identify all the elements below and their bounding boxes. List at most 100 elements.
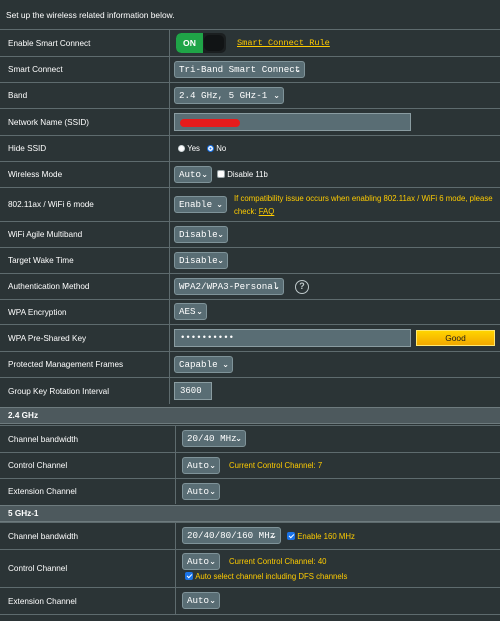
hide-ssid-no-option[interactable]: No <box>207 144 226 153</box>
band-value: 2.4 GHz, 5 GHz-1 <box>179 89 268 101</box>
chevron-down-icon: ⌄ <box>216 199 223 209</box>
chevron-down-icon: ⌄ <box>222 359 229 369</box>
row-5-bandwidth: Channel bandwidth 20/40/80/160 MHz ⌄ Enab… <box>0 522 500 549</box>
checkbox-checked-icon[interactable] <box>287 532 295 540</box>
auth-select[interactable]: WPA2/WPA3-Personal ⌄ <box>174 277 284 295</box>
bandwidth-24-select[interactable]: 20/40 MHz ⌄ <box>182 430 246 447</box>
band-label: Band <box>0 83 170 108</box>
bandwidth-5-select[interactable]: 20/40/80/160 MHz ⌄ <box>182 527 281 544</box>
chevron-down-icon: ⌄ <box>201 169 208 179</box>
enc-select[interactable]: AES ⌄ <box>174 303 207 320</box>
chevron-down-icon: ⌄ <box>270 531 277 540</box>
row-psk: WPA Pre-Shared Key •••••••••• Good <box>0 324 500 351</box>
wifi6-label: 802.11ax / WiFi 6 mode <box>0 188 170 221</box>
row-5-extension: Extension Channel Auto ⌄ <box>0 587 500 614</box>
chevron-down-icon: ⌄ <box>217 229 224 239</box>
smart-connect-select[interactable]: Tri-Band Smart Connect ⌄ <box>174 60 305 78</box>
ssid-label: Network Name (SSID) <box>0 109 170 135</box>
wifi6-note: If compatibility issue occurs when enabl… <box>234 194 493 216</box>
chevron-down-icon: ⌄ <box>209 596 216 605</box>
agile-label: WiFi Agile Multiband <box>0 222 170 247</box>
row-agile: WiFi Agile Multiband Disable ⌄ <box>0 221 500 247</box>
checkbox-checked-icon[interactable] <box>185 572 193 580</box>
row-pmf: Protected Management Frames Capable ⌄ <box>0 351 500 377</box>
pmf-select[interactable]: Capable ⌄ <box>174 355 233 373</box>
pmf-label: Protected Management Frames <box>0 352 170 377</box>
row-auth: Authentication Method WPA2/WPA3-Personal… <box>0 273 500 299</box>
row-gkri: Group Key Rotation Interval 3600 <box>0 377 500 404</box>
help-icon[interactable]: ? <box>295 280 309 294</box>
wifi6-select[interactable]: Enable ⌄ <box>174 195 227 213</box>
row-5-control: Control Channel Auto ⌄ Current Control Ch… <box>0 549 500 587</box>
twt-label: Target Wake Time <box>0 248 170 273</box>
extension-24-select[interactable]: Auto ⌄ <box>182 482 220 500</box>
dfs-option[interactable]: Auto select channel including DFS channe… <box>185 572 347 581</box>
chevron-down-icon: ⌄ <box>294 64 301 74</box>
row-hide-ssid: Hide SSID Yes No <box>0 135 500 161</box>
control-5-select[interactable]: Auto ⌄ <box>182 553 220 570</box>
wireless-mode-label: Wireless Mode <box>0 162 170 187</box>
chevron-down-icon: ⌄ <box>209 557 216 566</box>
extension-5-select[interactable]: Auto ⌄ <box>182 592 220 609</box>
wireless-mode-select[interactable]: Auto ⌄ <box>174 165 212 183</box>
row-enable-smart-connect: Enable Smart Connect ON Smart Connect Ru… <box>0 29 500 56</box>
bandwidth-24-label: Channel bandwidth <box>0 426 176 452</box>
chevron-down-icon: ⌄ <box>217 255 224 265</box>
row-24-control: Control Channel Auto ⌄ Current Control Ch… <box>0 452 500 478</box>
row-ssid: Network Name (SSID) <box>0 108 500 135</box>
bandwidth-5-label: Channel bandwidth <box>0 523 176 549</box>
chevron-down-icon: ⌄ <box>209 460 216 470</box>
enc-label: WPA Encryption <box>0 300 170 324</box>
current-control-24: Current Control Channel: 7 <box>229 461 323 470</box>
smart-connect-value: Tri-Band Smart Connect <box>179 63 301 75</box>
enable-smart-connect-label: Enable Smart Connect <box>0 30 170 56</box>
smart-connect-rule-link[interactable]: Smart Connect Rule <box>237 38 330 48</box>
toggle-knob <box>204 35 224 51</box>
password-strength-indicator: Good <box>416 330 495 346</box>
row-wifi6: 802.11ax / WiFi 6 mode Enable ⌄ If compat… <box>0 187 500 221</box>
row-24-bandwidth: Channel bandwidth 20/40 MHz ⌄ <box>0 425 500 452</box>
gkri-input[interactable]: 3600 <box>174 382 212 400</box>
hide-ssid-yes-option[interactable]: Yes <box>178 144 200 153</box>
agile-select[interactable]: Disable ⌄ <box>174 225 228 243</box>
radio-yes-icon[interactable] <box>178 145 185 152</box>
row-twt: Target Wake Time Disable ⌄ <box>0 247 500 273</box>
toggle-on-label: ON <box>176 33 203 53</box>
psk-input[interactable]: •••••••••• <box>174 329 411 347</box>
section-2-4ghz: 2.4 GHz <box>0 407 500 424</box>
chevron-down-icon: ⌄ <box>235 434 242 443</box>
row-enc: WPA Encryption AES ⌄ <box>0 299 500 324</box>
chevron-down-icon: ⌄ <box>209 486 216 496</box>
chevron-down-icon: ⌄ <box>196 307 203 316</box>
current-control-5: Current Control Channel: 40 <box>229 557 327 566</box>
band-select[interactable]: 2.4 GHz, 5 GHz-1 ⌄ <box>174 86 284 104</box>
disable-11b-option[interactable]: Disable 11b <box>217 170 268 179</box>
psk-label: WPA Pre-Shared Key <box>0 325 170 351</box>
radio-no-icon[interactable] <box>207 145 214 152</box>
enable-160-option[interactable]: Enable 160 MHz <box>287 532 355 541</box>
chevron-down-icon: ⌄ <box>273 281 280 291</box>
section-5ghz-1: 5 GHz-1 <box>0 505 500 522</box>
row-band: Band 2.4 GHz, 5 GHz-1 ⌄ <box>0 82 500 108</box>
row-wireless-mode: Wireless Mode Auto ⌄ Disable 11b <box>0 161 500 187</box>
extension-5-label: Extension Channel <box>0 588 176 614</box>
gkri-label: Group Key Rotation Interval <box>0 378 170 404</box>
row-24-extension: Extension Channel Auto ⌄ <box>0 478 500 504</box>
bottom-divider <box>0 614 500 615</box>
control-24-select[interactable]: Auto ⌄ <box>182 456 220 474</box>
smart-connect-toggle[interactable]: ON <box>176 33 226 53</box>
faq-link[interactable]: FAQ <box>259 207 275 216</box>
chevron-down-icon: ⌄ <box>273 90 280 100</box>
control-24-label: Control Channel <box>0 453 176 478</box>
smart-connect-label: Smart Connect <box>0 57 170 82</box>
ssid-input[interactable] <box>174 113 411 131</box>
extension-24-label: Extension Channel <box>0 479 176 504</box>
page-intro: Set up the wireless related information … <box>6 10 175 20</box>
redacted-mark <box>180 119 240 127</box>
checkbox-icon[interactable] <box>217 170 225 178</box>
auth-label: Authentication Method <box>0 274 170 299</box>
twt-select[interactable]: Disable ⌄ <box>174 251 228 269</box>
row-smart-connect: Smart Connect Tri-Band Smart Connect ⌄ <box>0 56 500 82</box>
hide-ssid-label: Hide SSID <box>0 136 170 161</box>
control-5-label: Control Channel <box>0 550 176 587</box>
